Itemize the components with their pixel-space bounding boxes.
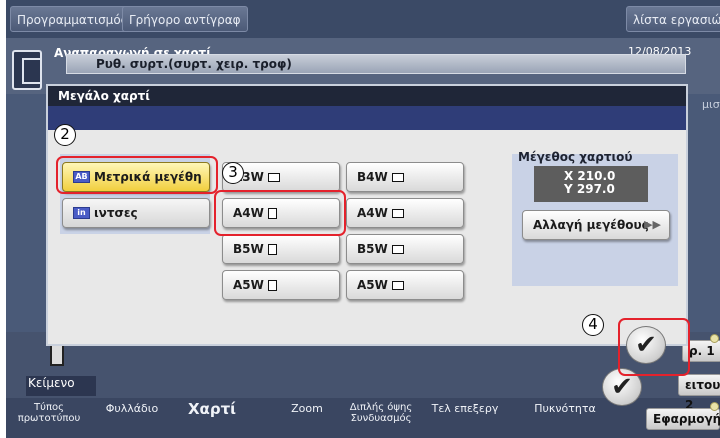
document-icon bbox=[50, 344, 64, 366]
size-b5w-portrait[interactable]: B5W bbox=[222, 234, 340, 264]
tab-zoom[interactable]: Zoom bbox=[282, 402, 332, 415]
dialog-header-band bbox=[48, 106, 686, 130]
tab-paper[interactable]: Χαρτί bbox=[182, 400, 242, 418]
highlight-a4w-portrait bbox=[214, 190, 346, 236]
size-label: B5W bbox=[357, 242, 388, 256]
size-label: A4W bbox=[357, 206, 388, 220]
inch-tag-icon: in bbox=[73, 207, 90, 219]
size-label: B5W bbox=[233, 242, 264, 256]
landscape-icon bbox=[391, 208, 404, 218]
change-size-button[interactable]: Αλλαγή μεγέθους ▶▶ bbox=[522, 210, 670, 240]
callout-3: 3 bbox=[222, 162, 244, 184]
large-paper-dialog: Μεγάλο χαρτί AB Μετρικά μεγέθη in ιντσες… bbox=[46, 84, 688, 364]
portrait-icon bbox=[267, 243, 277, 255]
tab-inch-sizes[interactable]: in ιντσες bbox=[62, 198, 210, 228]
size-label: A5W bbox=[357, 278, 388, 292]
tab-duplex-combine[interactable]: Διπλής όψης Συνδυασμός bbox=[346, 402, 416, 424]
size-b4w-landscape[interactable]: B4W bbox=[346, 162, 464, 192]
double-arrow-icon: ▶▶ bbox=[644, 218, 661, 231]
dialog-title: Μεγάλο χαρτί bbox=[48, 86, 686, 106]
highlight-ok-button bbox=[618, 318, 690, 376]
indicator-dot bbox=[710, 402, 719, 411]
portrait-icon bbox=[267, 279, 277, 291]
text-mode-label[interactable]: Κείμενο bbox=[26, 376, 96, 396]
tab-booklet[interactable]: Φυλλάδιο bbox=[102, 402, 162, 415]
paper-size-y: Y 297.0 bbox=[564, 182, 615, 196]
landscape-icon bbox=[391, 244, 404, 254]
landscape-icon bbox=[391, 172, 404, 182]
size-b5w-landscape[interactable]: B5W bbox=[346, 234, 464, 264]
paper-size-readout: X 210.0 Y 297.0 bbox=[534, 166, 648, 202]
quick-copy-button[interactable]: Γρήγορο αντίγραφ bbox=[122, 6, 248, 32]
highlight-metric-tab bbox=[56, 156, 218, 194]
size-label: B4W bbox=[357, 170, 388, 184]
callout-2: 2 bbox=[54, 124, 76, 146]
landscape-icon bbox=[391, 280, 404, 290]
indicator-dot bbox=[710, 334, 719, 343]
function-2-button[interactable]: ειτουρ. 2 bbox=[678, 374, 720, 412]
right-edge-tab[interactable]: μισης bbox=[702, 98, 720, 111]
tab-density[interactable]: Πυκνότητα bbox=[530, 402, 600, 415]
size-a5w-landscape[interactable]: A5W bbox=[346, 270, 464, 300]
subdialog-title: Ρυθ. συρτ.(συρτ. χειρ. τροφ) bbox=[96, 57, 292, 71]
paper-size-title: Μέγεθος χαρτιού bbox=[518, 150, 633, 164]
tab-inch-label: ιντσες bbox=[94, 206, 138, 220]
landscape-icon bbox=[267, 172, 280, 182]
size-label: A5W bbox=[233, 278, 264, 292]
callout-4: 4 bbox=[582, 314, 604, 336]
change-size-label: Αλλαγή μεγέθους bbox=[533, 218, 649, 232]
size-a4w-landscape[interactable]: A4W bbox=[346, 198, 464, 228]
size-a5w-portrait[interactable]: A5W bbox=[222, 270, 340, 300]
copy-mode-icon bbox=[12, 50, 42, 90]
tab-finishing[interactable]: Τελ επεξεργ bbox=[430, 402, 500, 415]
tab-original-type[interactable]: Τύπος πρωτοτύπου bbox=[14, 402, 84, 424]
job-list-button[interactable]: λίστα εργασιών bbox=[626, 6, 720, 32]
programming-button[interactable]: Προγραμματισμός bbox=[10, 6, 135, 32]
top-bar: Προγραμματισμός Γρήγορο αντίγραφ λίστα ε… bbox=[6, 0, 720, 38]
apply-button[interactable]: Εφαρμογή bbox=[646, 408, 720, 430]
